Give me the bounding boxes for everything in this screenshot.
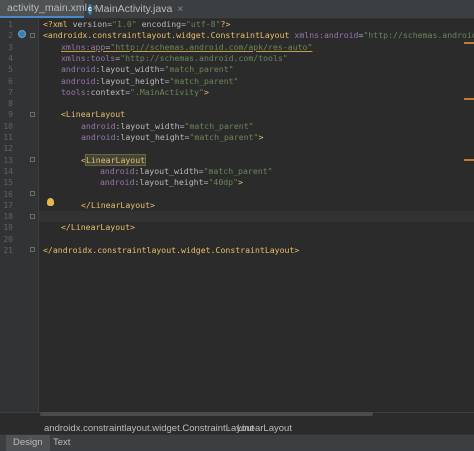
code-line-21: </androidx.constraintlayout.widget.Const… — [43, 245, 300, 255]
code-line-18: </LinearLayout> — [61, 222, 135, 233]
code-editor[interactable]: <?xml version="1.0" encoding="utf-8"?> <… — [39, 19, 474, 412]
code-line-3: xmlns:app="http://schemas.android.com/ap… — [61, 41, 313, 52]
line-number-gutter[interactable]: 1 2 3 4 5 6 7 8 9 10 11 12 13 14 15 16 1… — [0, 19, 39, 412]
code-line-5: android:layout_width="match_parent" — [61, 64, 234, 75]
line-number: 8 — [8, 99, 13, 109]
horizontal-scrollbar[interactable] — [40, 412, 373, 416]
fold-marker-icon[interactable] — [30, 157, 35, 162]
line-number: 2 — [8, 31, 13, 41]
line-number: 15 — [3, 178, 13, 188]
line-number: 20 — [3, 234, 13, 244]
line-number: 17 — [3, 200, 13, 210]
line-number: 4 — [8, 53, 13, 63]
line-number: 12 — [3, 144, 13, 154]
fold-marker-icon[interactable] — [30, 214, 35, 219]
line-number: 21 — [3, 246, 13, 255]
line-number: 10 — [3, 121, 13, 131]
tab-label: MainActivity.java — [94, 3, 173, 15]
fold-marker-icon[interactable] — [30, 247, 35, 252]
code-line-6: android:layout_height="match_parent" — [61, 75, 239, 86]
code-line-15: android:layout_height="40dp"> — [100, 177, 243, 188]
line-number: 3 — [8, 42, 13, 52]
line-number: 11 — [3, 133, 13, 142]
close-icon[interactable]: × — [177, 4, 183, 15]
tab-activity-main-xml[interactable]: activity_main.xml × — [0, 0, 98, 18]
code-line-10: android:layout_width="match_parent" — [81, 120, 254, 131]
line-number: 16 — [3, 189, 13, 199]
editor-mode-tabs: Design Text — [0, 434, 474, 451]
code-line-7: tools:context=".MainActivity"> — [61, 86, 209, 97]
code-line-13: <LinearLayout — [81, 153, 147, 166]
line-number: 9 — [8, 110, 13, 120]
fold-marker-icon[interactable] — [30, 191, 35, 196]
line-number: 14 — [3, 166, 13, 176]
line-number: 13 — [3, 155, 13, 165]
warning-marker[interactable] — [464, 42, 474, 44]
code-line-9: <LinearLayout — [61, 109, 126, 120]
tab-label: activity_main.xml — [7, 2, 87, 14]
code-line-16: </LinearLayout> — [81, 199, 155, 210]
code-line-1: <?xml version="1.0" encoding="utf-8"?> — [43, 19, 231, 29]
tab-mainactivity-java[interactable]: c MainActivity.java × — [84, 0, 183, 18]
code-line-2: <androidx.constraintlayout.widget.Constr… — [43, 30, 474, 41]
warning-marker[interactable] — [464, 159, 474, 161]
line-number: 19 — [3, 223, 13, 233]
fold-marker-icon[interactable] — [30, 33, 35, 38]
line-number: 5 — [8, 65, 13, 75]
breadcrumb-item-linearlayout[interactable]: LinearLayout — [237, 423, 292, 434]
line-number: 1 — [8, 20, 13, 29]
related-activity-gutter-icon[interactable] — [18, 30, 26, 38]
line-number: 18 — [3, 212, 13, 222]
warning-marker[interactable] — [464, 98, 474, 100]
tab-text[interactable]: Text — [46, 435, 77, 451]
line-number: 7 — [8, 87, 13, 97]
code-line-14: android:layout_width="match_parent" — [100, 165, 273, 176]
code-line-11: android:layout_height="match_parent"> — [81, 132, 264, 142]
caret-line-highlight — [39, 211, 474, 223]
line-number: 6 — [8, 76, 13, 86]
breadcrumb-item-constraintlayout[interactable]: androidx.constraintlayout.widget.Constra… — [44, 423, 254, 434]
editor-tab-bar: activity_main.xml × c MainActivity.java … — [0, 0, 474, 19]
tab-design[interactable]: Design — [6, 435, 50, 451]
fold-marker-icon[interactable] — [30, 112, 35, 117]
java-class-icon: c — [88, 3, 92, 15]
breadcrumb-separator: › — [227, 423, 231, 434]
code-line-4: xmlns:tools="http://schemas.android.com/… — [61, 52, 288, 63]
